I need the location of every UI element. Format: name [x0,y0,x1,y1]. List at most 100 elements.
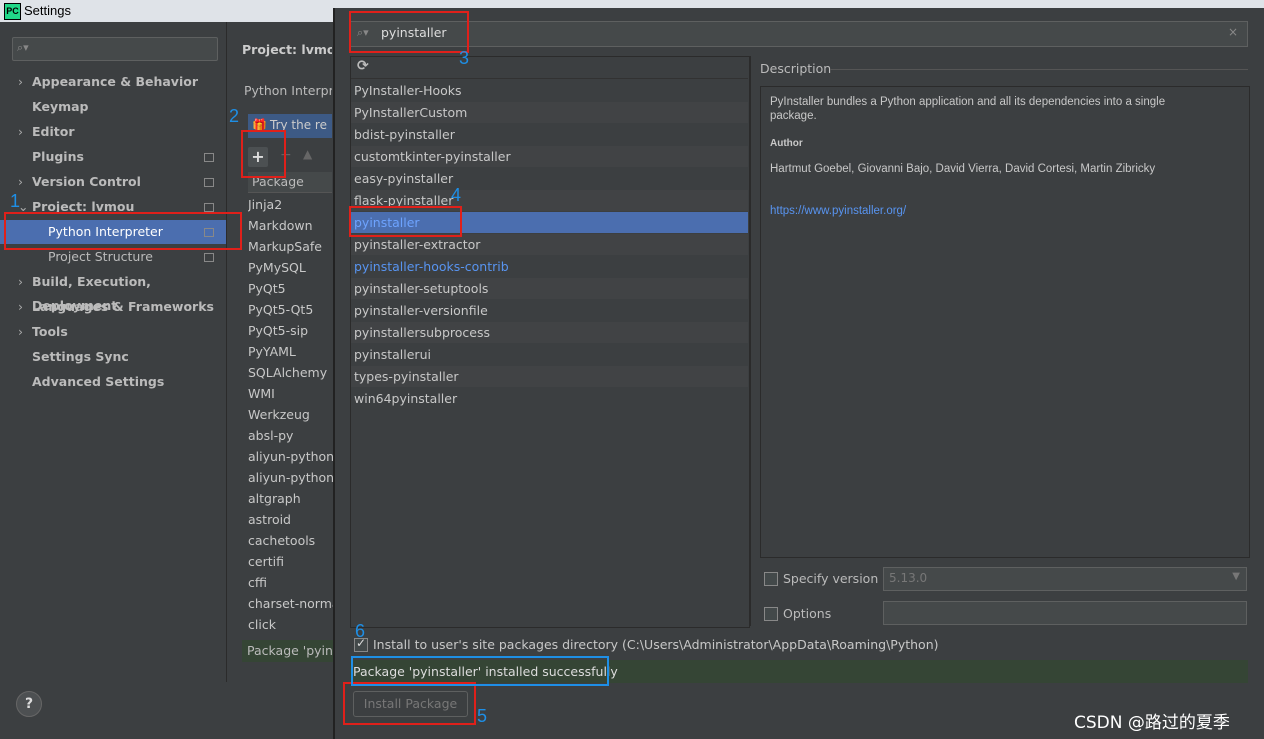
installed-package-row[interactable]: Markdown [248,218,334,233]
settings-tree-item[interactable]: Advanced Settings [0,370,226,394]
settings-tree-item[interactable]: Plugins [0,145,226,169]
installed-package-row[interactable]: astroid [248,512,334,527]
chevron-down-icon: ▼ [1232,571,1240,582]
annotation-number-2: 2 [229,106,240,126]
installed-package-row[interactable]: aliyun-python- [248,470,334,485]
author-names: Hartmut Goebel, Giovanni Bajo, David Vie… [770,163,1156,175]
result-row[interactable]: win64pyinstaller [351,388,748,409]
annotation-number-6: 6 [355,621,366,641]
annotation-number-3: 3 [459,48,470,68]
installed-package-row[interactable]: altgraph [248,491,334,506]
result-row-label: pyinstaller-setuptools [354,281,489,296]
installed-package-row[interactable]: Jinja2 [248,197,334,212]
settings-titlebar: PC Settings [0,0,340,22]
description-heading: Description [760,61,832,76]
result-row[interactable]: customtkinter-pyinstaller [351,146,748,167]
annotation-number-5: 5 [477,706,488,726]
window-title: Settings [24,3,71,18]
dialog-titlebar [333,0,1264,8]
interpreter-label: Python Interpre [244,83,332,98]
result-row[interactable]: PyInstaller-Hooks [351,80,748,101]
result-row-label: easy-pyinstaller [354,171,454,186]
annotation-number-4: 4 [451,185,462,205]
result-row-label: PyInstaller-Hooks [354,83,462,98]
project-scope-icon [204,253,214,262]
settings-tree-item[interactable]: › Languages & Frameworks [0,295,226,319]
result-row[interactable]: PyInstallerCustom [351,102,748,123]
result-row[interactable]: pyinstaller-setuptools [351,278,748,299]
result-row[interactable]: pyinstallerui [351,344,748,365]
package-search-input[interactable]: ⌕▾ [350,21,1248,47]
result-row-label: pyinstallerui [354,347,431,362]
annotation-number-1: 1 [10,191,21,211]
result-row[interactable]: pyinstallersubprocess [351,322,748,343]
settings-tree-item[interactable]: › Editor [0,120,226,144]
settings-tree-item[interactable]: Settings Sync [0,345,226,369]
installed-package-row[interactable]: SQLAlchemy [248,365,334,380]
result-row-label: pyinstaller-versionfile [354,303,488,318]
upgrade-package-button[interactable]: ▲ [303,147,312,161]
installed-package-row[interactable]: aliyun-python- [248,449,334,464]
installed-package-row[interactable]: click [248,617,334,632]
specify-version-checkbox[interactable] [764,572,778,586]
chevron-icon: › [18,124,23,139]
settings-search-input[interactable]: ⌕▾ [12,37,218,61]
pycharm-logo-icon: PC [4,3,21,20]
project-scope-icon [204,153,214,162]
chevron-icon: › [18,324,23,339]
result-row-label: bdist-pyinstaller [354,127,455,142]
refresh-icon[interactable]: ⟳ [357,58,369,74]
clear-search-icon[interactable]: × [1228,25,1238,39]
installed-package-row[interactable]: PyQt5-sip [248,323,334,338]
installed-package-row[interactable]: cachetools [248,533,334,548]
project-url-link[interactable]: https://www.pyinstaller.org/ [770,205,906,217]
settings-tree-label: Tools [32,324,68,339]
annotation-box-3 [349,11,469,53]
settings-status-bar: Package 'pyins [242,640,339,662]
search-icon: ⌕▾ [17,41,29,54]
result-row[interactable]: pyinstaller-extractor [351,234,748,255]
result-row[interactable]: bdist-pyinstaller [351,124,748,145]
settings-tree-label: Advanced Settings [32,374,165,389]
result-row[interactable]: types-pyinstaller [351,366,748,387]
settings-tree-label: Settings Sync [32,349,129,364]
result-row[interactable]: pyinstaller-hooks-contrib [351,256,748,277]
options-label: Options [783,606,832,621]
installed-package-row[interactable]: cffi [248,575,334,590]
result-row-label: PyInstallerCustom [354,105,468,120]
results-scrollbar[interactable] [750,56,759,626]
options-checkbox[interactable] [764,607,778,621]
settings-tree-label: Keymap [32,99,89,114]
version-select[interactable]: 5.13.0 ▼ [883,567,1247,591]
result-row-label: pyinstallersubprocess [354,325,490,340]
project-scope-icon [204,203,214,212]
description-text-2: package. [770,110,817,122]
settings-tree-item[interactable]: Keymap [0,95,226,119]
installed-package-row[interactable]: charset-norma [248,596,334,611]
description-text-1: PyInstaller bundles a Python application… [770,96,1166,108]
options-input[interactable] [883,601,1247,625]
installed-package-row[interactable]: MarkupSafe [248,239,334,254]
installed-package-row[interactable]: PyQt5-Qt5 [248,302,334,317]
result-row-label: customtkinter-pyinstaller [354,149,511,164]
description-panel [760,86,1250,558]
installed-package-row[interactable]: PyMySQL [248,260,334,275]
settings-tree-item[interactable]: › Build, Execution, Deployment [0,270,226,313]
installed-package-row[interactable]: Werkzeug [248,407,334,422]
result-row-label: pyinstaller-hooks-contrib [354,259,509,274]
installed-package-row[interactable]: PyYAML [248,344,334,359]
settings-tree-item[interactable]: › Version Control [0,170,226,194]
result-row[interactable]: pyinstaller-versionfile [351,300,748,321]
result-row[interactable]: easy-pyinstaller [351,168,748,189]
help-button[interactable]: ? [16,691,42,717]
installed-package-row[interactable]: PyQt5 [248,281,334,296]
project-scope-icon [204,178,214,187]
result-row-label: types-pyinstaller [354,369,459,384]
installed-package-row[interactable]: WMI [248,386,334,401]
install-to-user-label: Install to user's site packages director… [373,637,939,652]
installed-package-row[interactable]: absl-py [248,428,334,443]
installed-package-row[interactable]: certifi [248,554,334,569]
settings-tree-item[interactable]: › Tools [0,320,226,344]
annotation-box-1 [4,212,242,250]
settings-tree-item[interactable]: › Appearance & Behavior [0,70,226,94]
